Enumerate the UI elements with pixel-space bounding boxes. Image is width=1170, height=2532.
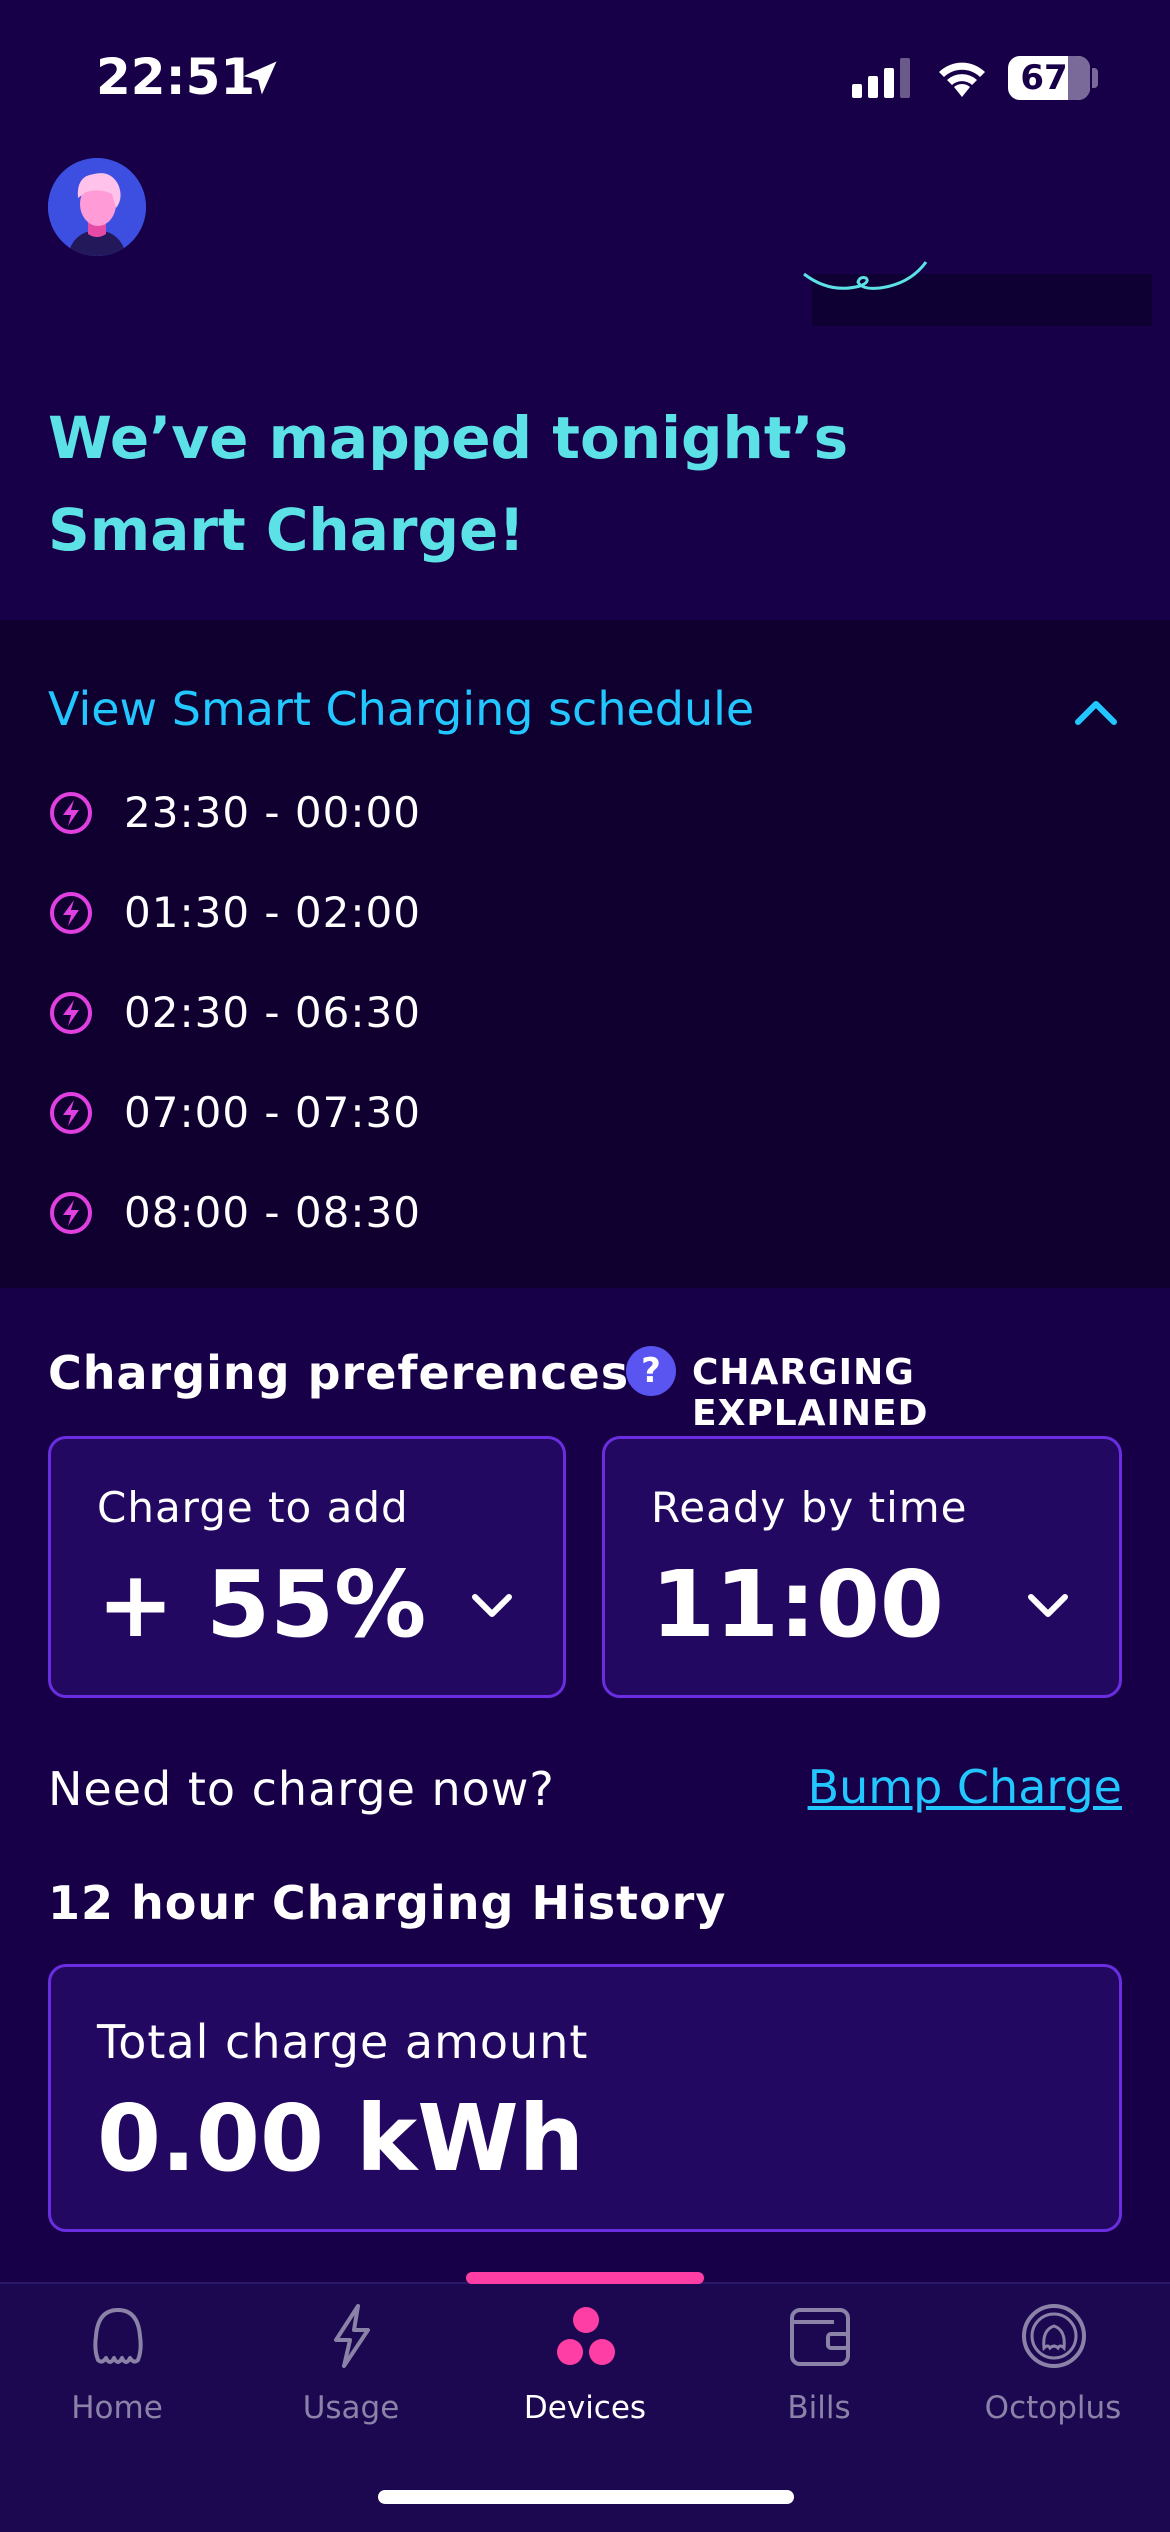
octoplus-icon (1022, 2304, 1086, 2368)
battery-percentage: 67 (1020, 58, 1068, 98)
schedule-slot: 23:30 - 00:00 (48, 782, 648, 842)
chevron-down-icon (1028, 1594, 1068, 1617)
charging-explained-label: CHARGING EXPLAINED (692, 1352, 929, 1434)
tab-devices-label: Devices (523, 2390, 647, 2426)
schedule-slot: 01:30 - 02:00 (48, 882, 648, 942)
schedule-slot-time: 07:00 - 07:30 (124, 1088, 421, 1137)
hero-title: We’ve mapped tonight’s Smart Charge! (48, 392, 948, 576)
tab-usage-label: Usage (302, 2390, 400, 2426)
hero-title-line1: We’ve mapped tonight’s (48, 404, 849, 472)
schedule-slot: 02:30 - 06:30 (48, 982, 648, 1042)
chevron-down-icon (472, 1594, 512, 1617)
charging-history-title: 12 hour Charging History (48, 1876, 727, 1930)
tab-octoplus[interactable]: Octoplus (936, 2290, 1170, 2440)
status-time: 22:51 (96, 48, 256, 106)
charge-to-add-selector[interactable]: Charge to add + 55% (48, 1436, 566, 1698)
lightning-bolt-icon (50, 792, 92, 834)
home-indicator (378, 2490, 794, 2504)
avatar[interactable] (48, 158, 146, 256)
lightning-bolt-icon (50, 1192, 92, 1234)
ready-by-time-label: Ready by time (651, 1483, 968, 1532)
charge-to-add-value: + 55% (97, 1551, 427, 1658)
octopus-icon (93, 2308, 143, 2364)
total-charge-card: Total charge amount 0.00 kWh (48, 1964, 1122, 2232)
tab-home[interactable]: Home (0, 2290, 234, 2440)
schedule-slot-time: 23:30 - 00:00 (124, 788, 421, 837)
devices-icon (557, 2307, 615, 2365)
charging-explained-button[interactable]: ? CHARGING EXPLAINED (626, 1346, 1126, 1434)
wallet-icon (790, 2308, 850, 2366)
smart-charging-schedule: View Smart Charging schedule 23:30 - 00:… (0, 620, 1170, 1288)
lightning-bolt-icon (50, 1092, 92, 1134)
charging-preferences-title: Charging preferences (48, 1346, 630, 1400)
tab-bills-label: Bills (787, 2390, 851, 2426)
battery-icon: 67 (1008, 56, 1090, 100)
lightning-icon (334, 2304, 370, 2368)
lightning-bolt-icon (50, 892, 92, 934)
hero-squiggle-decoration (803, 261, 928, 290)
tab-home-label: Home (71, 2390, 163, 2426)
location-arrow-icon (243, 61, 277, 95)
tab-devices[interactable]: Devices (468, 2290, 702, 2440)
schedule-slot: 07:00 - 07:30 (48, 1082, 648, 1142)
tab-octoplus-label: Octoplus (984, 2390, 1122, 2426)
tab-usage[interactable]: Usage (234, 2290, 468, 2440)
schedule-slot-time: 08:00 - 08:30 (124, 1188, 421, 1237)
cellular-signal-icon (852, 58, 910, 98)
total-charge-value: 0.00 kWh (97, 2085, 585, 2192)
status-bar: 22:51 67 (0, 0, 1170, 150)
schedule-slot-time: 01:30 - 02:00 (124, 888, 421, 937)
help-icon: ? (626, 1346, 676, 1396)
avatar-icon (48, 158, 146, 256)
schedule-toggle[interactable]: View Smart Charging schedule (48, 672, 1122, 752)
total-charge-label: Total charge amount (97, 2015, 589, 2069)
lightning-bolt-icon (50, 992, 92, 1034)
chevron-up-icon[interactable] (1070, 692, 1122, 732)
schedule-slot: 08:00 - 08:30 (48, 1182, 648, 1242)
bump-charge-link[interactable]: Bump Charge (808, 1760, 1122, 1814)
hero-title-line2: Smart Charge! (48, 496, 525, 564)
ready-by-time-value: 11:00 (651, 1551, 944, 1658)
battery-tip (1092, 68, 1098, 88)
ready-by-time-selector[interactable]: Ready by time 11:00 (602, 1436, 1122, 1698)
active-tab-indicator (466, 2272, 704, 2284)
schedule-slot-time: 02:30 - 06:30 (124, 988, 421, 1037)
wifi-icon (939, 62, 985, 97)
charge-to-add-label: Charge to add (97, 1483, 409, 1532)
tab-bills[interactable]: Bills (702, 2290, 936, 2440)
need-to-charge-question: Need to charge now? (48, 1762, 555, 1816)
schedule-title: View Smart Charging schedule (48, 682, 755, 736)
